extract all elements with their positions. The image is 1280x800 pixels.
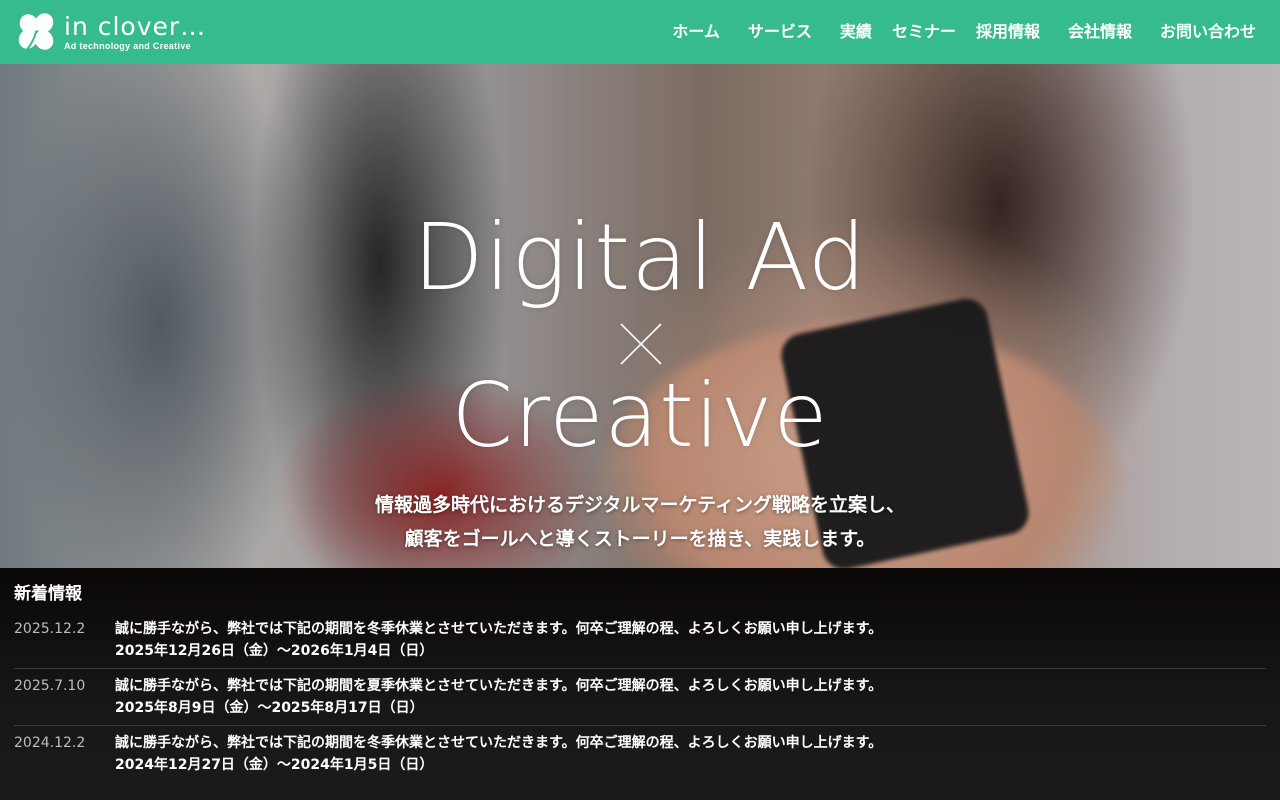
- brand-name: in clover…: [64, 11, 207, 41]
- news-section: 新着情報 2025.12.2 誠に勝手ながら、弊社では下記の期間を冬季休業とさせ…: [0, 568, 1280, 800]
- news-item: 2025.12.2 誠に勝手ながら、弊社では下記の期間を冬季休業とさせていただき…: [14, 618, 1266, 669]
- news-text: 誠に勝手ながら、弊社では下記の期間を夏季休業とさせていただきます。何卒ご理解の程…: [115, 678, 883, 694]
- news-item: 2025.7.10 誠に勝手ながら、弊社では下記の期間を夏季休業とさせていただき…: [14, 669, 1266, 726]
- news-period: 2025年12月26日（金）～2026年1月4日（日）: [115, 643, 434, 659]
- hero-title-digital-ad: Digital Ad: [412, 204, 868, 311]
- news-heading: 新着情報: [14, 584, 82, 604]
- nav-item-services[interactable]: サービス: [748, 0, 812, 64]
- nav-item-recruit[interactable]: 採用情報: [976, 0, 1040, 64]
- news-link[interactable]: 誠に勝手ながら、弊社では下記の期間を冬季休業とさせていただきます。何卒ご理解の程…: [115, 732, 882, 776]
- nav-item-company[interactable]: 会社情報: [1068, 0, 1132, 64]
- nav-item-home[interactable]: ホーム: [672, 0, 720, 64]
- nav-item-works[interactable]: 実績: [840, 0, 872, 64]
- brand-tagline: Ad technology and Creative: [64, 40, 191, 51]
- hero-copy: Digital Ad Creative 情報過多時代におけるデジタルマーケティン…: [0, 64, 1280, 568]
- main-nav: ホーム サービス 実績 セミナー 採用情報 会社情報 お問い合わせ: [644, 0, 1256, 64]
- news-link[interactable]: 誠に勝手ながら、弊社では下記の期間を夏季休業とさせていただきます。何卒ご理解の程…: [115, 675, 882, 719]
- news-link[interactable]: 誠に勝手ながら、弊社では下記の期間を冬季休業とさせていただきます。何卒ご理解の程…: [115, 618, 882, 662]
- news-text: 誠に勝手ながら、弊社では下記の期間を冬季休業とさせていただきます。何卒ご理解の程…: [115, 621, 883, 637]
- hero-subtitle-line-2: 顧客をゴールへと導くストーリーを描き、実践します。: [404, 528, 876, 550]
- clover-logo-icon: [18, 13, 54, 52]
- news-period: 2025年8月9日（金）～2025年8月17日（日）: [115, 700, 424, 716]
- hero-subtitle: 情報過多時代におけるデジタルマーケティング戦略を立案し、 顧客をゴールへと導くス…: [0, 488, 1280, 556]
- logo-text: in clover… Ad technology and Creative: [64, 14, 206, 51]
- news-date: 2025.12.2: [14, 621, 86, 637]
- hero-banner: Digital Ad Creative 情報過多時代におけるデジタルマーケティン…: [0, 64, 1280, 568]
- hero-title-creative: Creative: [451, 364, 829, 467]
- hero-subtitle-line-1: 情報過多時代におけるデジタルマーケティング戦略を立案し、: [374, 494, 906, 516]
- news-item: 2024.12.2 誠に勝手ながら、弊社では下記の期間を冬季休業とさせていただき…: [14, 726, 1266, 782]
- cross-icon: [620, 323, 662, 365]
- site-header: in clover… Ad technology and Creative ホー…: [0, 0, 1280, 64]
- news-date: 2024.12.2: [14, 735, 86, 751]
- news-text: 誠に勝手ながら、弊社では下記の期間を冬季休業とさせていただきます。何卒ご理解の程…: [115, 735, 883, 751]
- nav-item-contact[interactable]: お問い合わせ: [1160, 0, 1256, 64]
- logo-link[interactable]: in clover… Ad technology and Creative: [14, 0, 206, 64]
- nav-item-seminar[interactable]: セミナー: [892, 0, 956, 64]
- news-date: 2025.7.10: [14, 678, 86, 694]
- news-period: 2024年12月27日（金）～2024年1月5日（日）: [115, 757, 434, 773]
